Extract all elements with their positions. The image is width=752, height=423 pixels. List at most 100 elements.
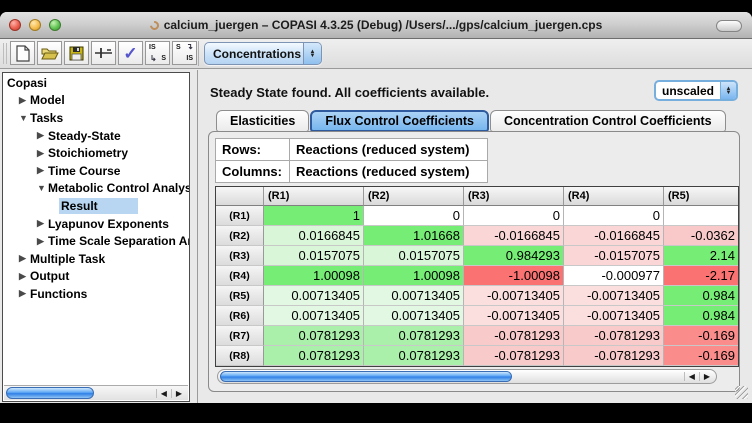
value-cell[interactable]: -0.00713405 — [564, 286, 664, 306]
value-cell[interactable]: 0.0781293 — [364, 326, 464, 346]
value-cell[interactable]: 0.0166845 — [264, 226, 364, 246]
value-cell[interactable]: -0.00713405 — [464, 286, 564, 306]
tree-item-tasks[interactable]: ▼Tasks — [3, 109, 189, 127]
tree-item-model[interactable]: ▶Model — [3, 92, 189, 110]
value-cell[interactable]: -0.0166845 — [564, 226, 664, 246]
disclosure-open-icon[interactable]: ▼ — [19, 113, 30, 123]
scroll-right-arrow[interactable]: ▶ — [171, 389, 186, 398]
value-cell[interactable]: 1 — [264, 206, 364, 226]
disclosure-closed-icon[interactable]: ▶ — [19, 95, 30, 106]
tree-item-time-course[interactable]: ▶Time Course — [3, 162, 189, 180]
value-cell[interactable]: -0.0157075 — [564, 246, 664, 266]
table-scrollbar-thumb[interactable] — [220, 371, 512, 382]
tab-elasticities[interactable]: Elasticities — [216, 110, 309, 132]
row-header-r6[interactable]: (R6) — [216, 306, 264, 326]
tree-scrollbar-thumb[interactable] — [6, 387, 94, 399]
window-resize-grip[interactable] — [735, 386, 748, 399]
column-header-r4[interactable]: (R4) — [564, 187, 664, 206]
value-cell[interactable]: -1.00098 — [464, 266, 564, 286]
row-header-r4[interactable]: (R4) — [216, 266, 264, 286]
scroll-left-arrow[interactable]: ◀ — [684, 372, 699, 381]
value-cell[interactable]: 1.00098 — [264, 266, 364, 286]
disclosure-closed-icon[interactable]: ▶ — [37, 218, 48, 229]
tree-item-time-scale-separation-anal[interactable]: ▶Time Scale Separation Anal — [3, 232, 189, 250]
value-cell[interactable]: 0.0781293 — [264, 326, 364, 346]
row-header-r8[interactable]: (R8) — [216, 346, 264, 366]
disclosure-closed-icon[interactable]: ▶ — [19, 288, 30, 299]
value-cell[interactable]: 2.14 — [664, 246, 739, 266]
table-horizontal-scrollbar[interactable]: ◀ ▶ — [217, 369, 717, 384]
column-header-r1[interactable]: (R1) — [264, 187, 364, 206]
row-header-r7[interactable]: (R7) — [216, 326, 264, 346]
value-cell[interactable]: 0.0157075 — [364, 246, 464, 266]
value-cell[interactable]: -0.0781293 — [564, 326, 664, 346]
value-cell[interactable]: -0.000977 — [564, 266, 664, 286]
row-header-r3[interactable]: (R3) — [216, 246, 264, 266]
value-cell[interactable]: -0.00713405 — [464, 306, 564, 326]
mode-select[interactable]: Concentrations ▲▼ — [204, 42, 322, 65]
tree-horizontal-scrollbar[interactable]: ◀ ▶ — [4, 385, 188, 400]
value-cell[interactable]: 1.00098 — [364, 266, 464, 286]
open-file-button[interactable] — [37, 41, 62, 65]
disclosure-closed-icon[interactable]: ▶ — [37, 148, 48, 159]
value-cell[interactable]: 0.984 — [664, 306, 739, 326]
scroll-left-arrow[interactable]: ◀ — [156, 389, 171, 398]
scroll-right-arrow[interactable]: ▶ — [699, 372, 714, 381]
minimize-button[interactable] — [29, 19, 41, 31]
tree-item-result[interactable]: Result — [3, 197, 189, 215]
row-header-r5[interactable]: (R5) — [216, 286, 264, 306]
scale-select[interactable]: unscaled ▲▼ — [654, 80, 738, 101]
value-cell[interactable]: -0.169 — [664, 346, 739, 366]
tab-concentration-control-coefficients[interactable]: Concentration Control Coefficients — [490, 110, 726, 132]
value-cell[interactable]: -0.169 — [664, 326, 739, 346]
value-cell[interactable]: 0.00713405 — [364, 286, 464, 306]
slider-button[interactable] — [91, 41, 116, 65]
value-cell[interactable]: 0.984 — [664, 286, 739, 306]
value-cell[interactable]: 0.0157075 — [264, 246, 364, 266]
value-cell[interactable]: 0.984293 — [464, 246, 564, 266]
value-cell[interactable]: 0 — [564, 206, 664, 226]
check-model-button[interactable]: ✓ — [118, 41, 143, 65]
tree-item-stoichiometry[interactable]: ▶Stoichiometry — [3, 144, 189, 162]
value-cell[interactable]: -0.0781293 — [564, 346, 664, 366]
value-cell[interactable]: 0.00713405 — [264, 286, 364, 306]
value-cell[interactable]: -2.17 — [664, 266, 739, 286]
tree-item-lyapunov-exponents[interactable]: ▶Lyapunov Exponents — [3, 215, 189, 233]
tree-item-metabolic-control-analysis[interactable]: ▼Metabolic Control Analysis — [3, 180, 189, 198]
value-cell[interactable]: -0.0781293 — [464, 326, 564, 346]
column-header-r3[interactable]: (R3) — [464, 187, 564, 206]
tree-item-steady-state[interactable]: ▶Steady-State — [3, 127, 189, 145]
title-bar[interactable]: calcium_juergen – COPASI 4.3.25 (Debug) … — [0, 12, 752, 39]
value-cell[interactable]: 0.00713405 — [264, 306, 364, 326]
disclosure-closed-icon[interactable]: ▶ — [19, 253, 30, 264]
corner-header-cell[interactable] — [216, 187, 264, 206]
disclosure-closed-icon[interactable]: ▶ — [37, 130, 48, 141]
value-cell[interactable]: -0.0166845 — [464, 226, 564, 246]
tree-item-functions[interactable]: ▶Functions — [3, 285, 189, 303]
tree-item-copasi[interactable]: Copasi — [3, 74, 189, 92]
value-cell[interactable]: -0.0781293 — [464, 346, 564, 366]
disclosure-closed-icon[interactable]: ▶ — [37, 236, 48, 247]
is-to-s-button[interactable]: IS ↳ S — [145, 41, 170, 65]
disclosure-closed-icon[interactable]: ▶ — [19, 271, 30, 282]
disclosure-open-icon[interactable]: ▼ — [37, 183, 48, 193]
tab-flux-control-coefficients[interactable]: Flux Control Coefficients — [310, 110, 489, 132]
row-header-r1[interactable]: (R1) — [216, 206, 264, 226]
toolbar-grip[interactable] — [3, 43, 8, 64]
save-file-button[interactable] — [64, 41, 89, 65]
toolbar-toggle-button[interactable] — [716, 20, 742, 32]
close-button[interactable] — [9, 19, 21, 31]
new-file-button[interactable] — [10, 41, 35, 65]
tree-item-output[interactable]: ▶Output — [3, 268, 189, 286]
value-cell[interactable]: 0 — [464, 206, 564, 226]
panel-splitter[interactable] — [197, 70, 198, 403]
value-cell[interactable]: 0.0781293 — [364, 346, 464, 366]
s-to-is-button[interactable]: S ↴ IS — [172, 41, 197, 65]
column-header-r5[interactable]: (R5) — [664, 187, 739, 206]
tree-item-multiple-task[interactable]: ▶Multiple Task — [3, 250, 189, 268]
row-header-r2[interactable]: (R2) — [216, 226, 264, 246]
column-header-r2[interactable]: (R2) — [364, 187, 464, 206]
value-cell[interactable]: 1.01668 — [364, 226, 464, 246]
value-cell[interactable] — [664, 206, 739, 226]
value-cell[interactable]: 0 — [364, 206, 464, 226]
